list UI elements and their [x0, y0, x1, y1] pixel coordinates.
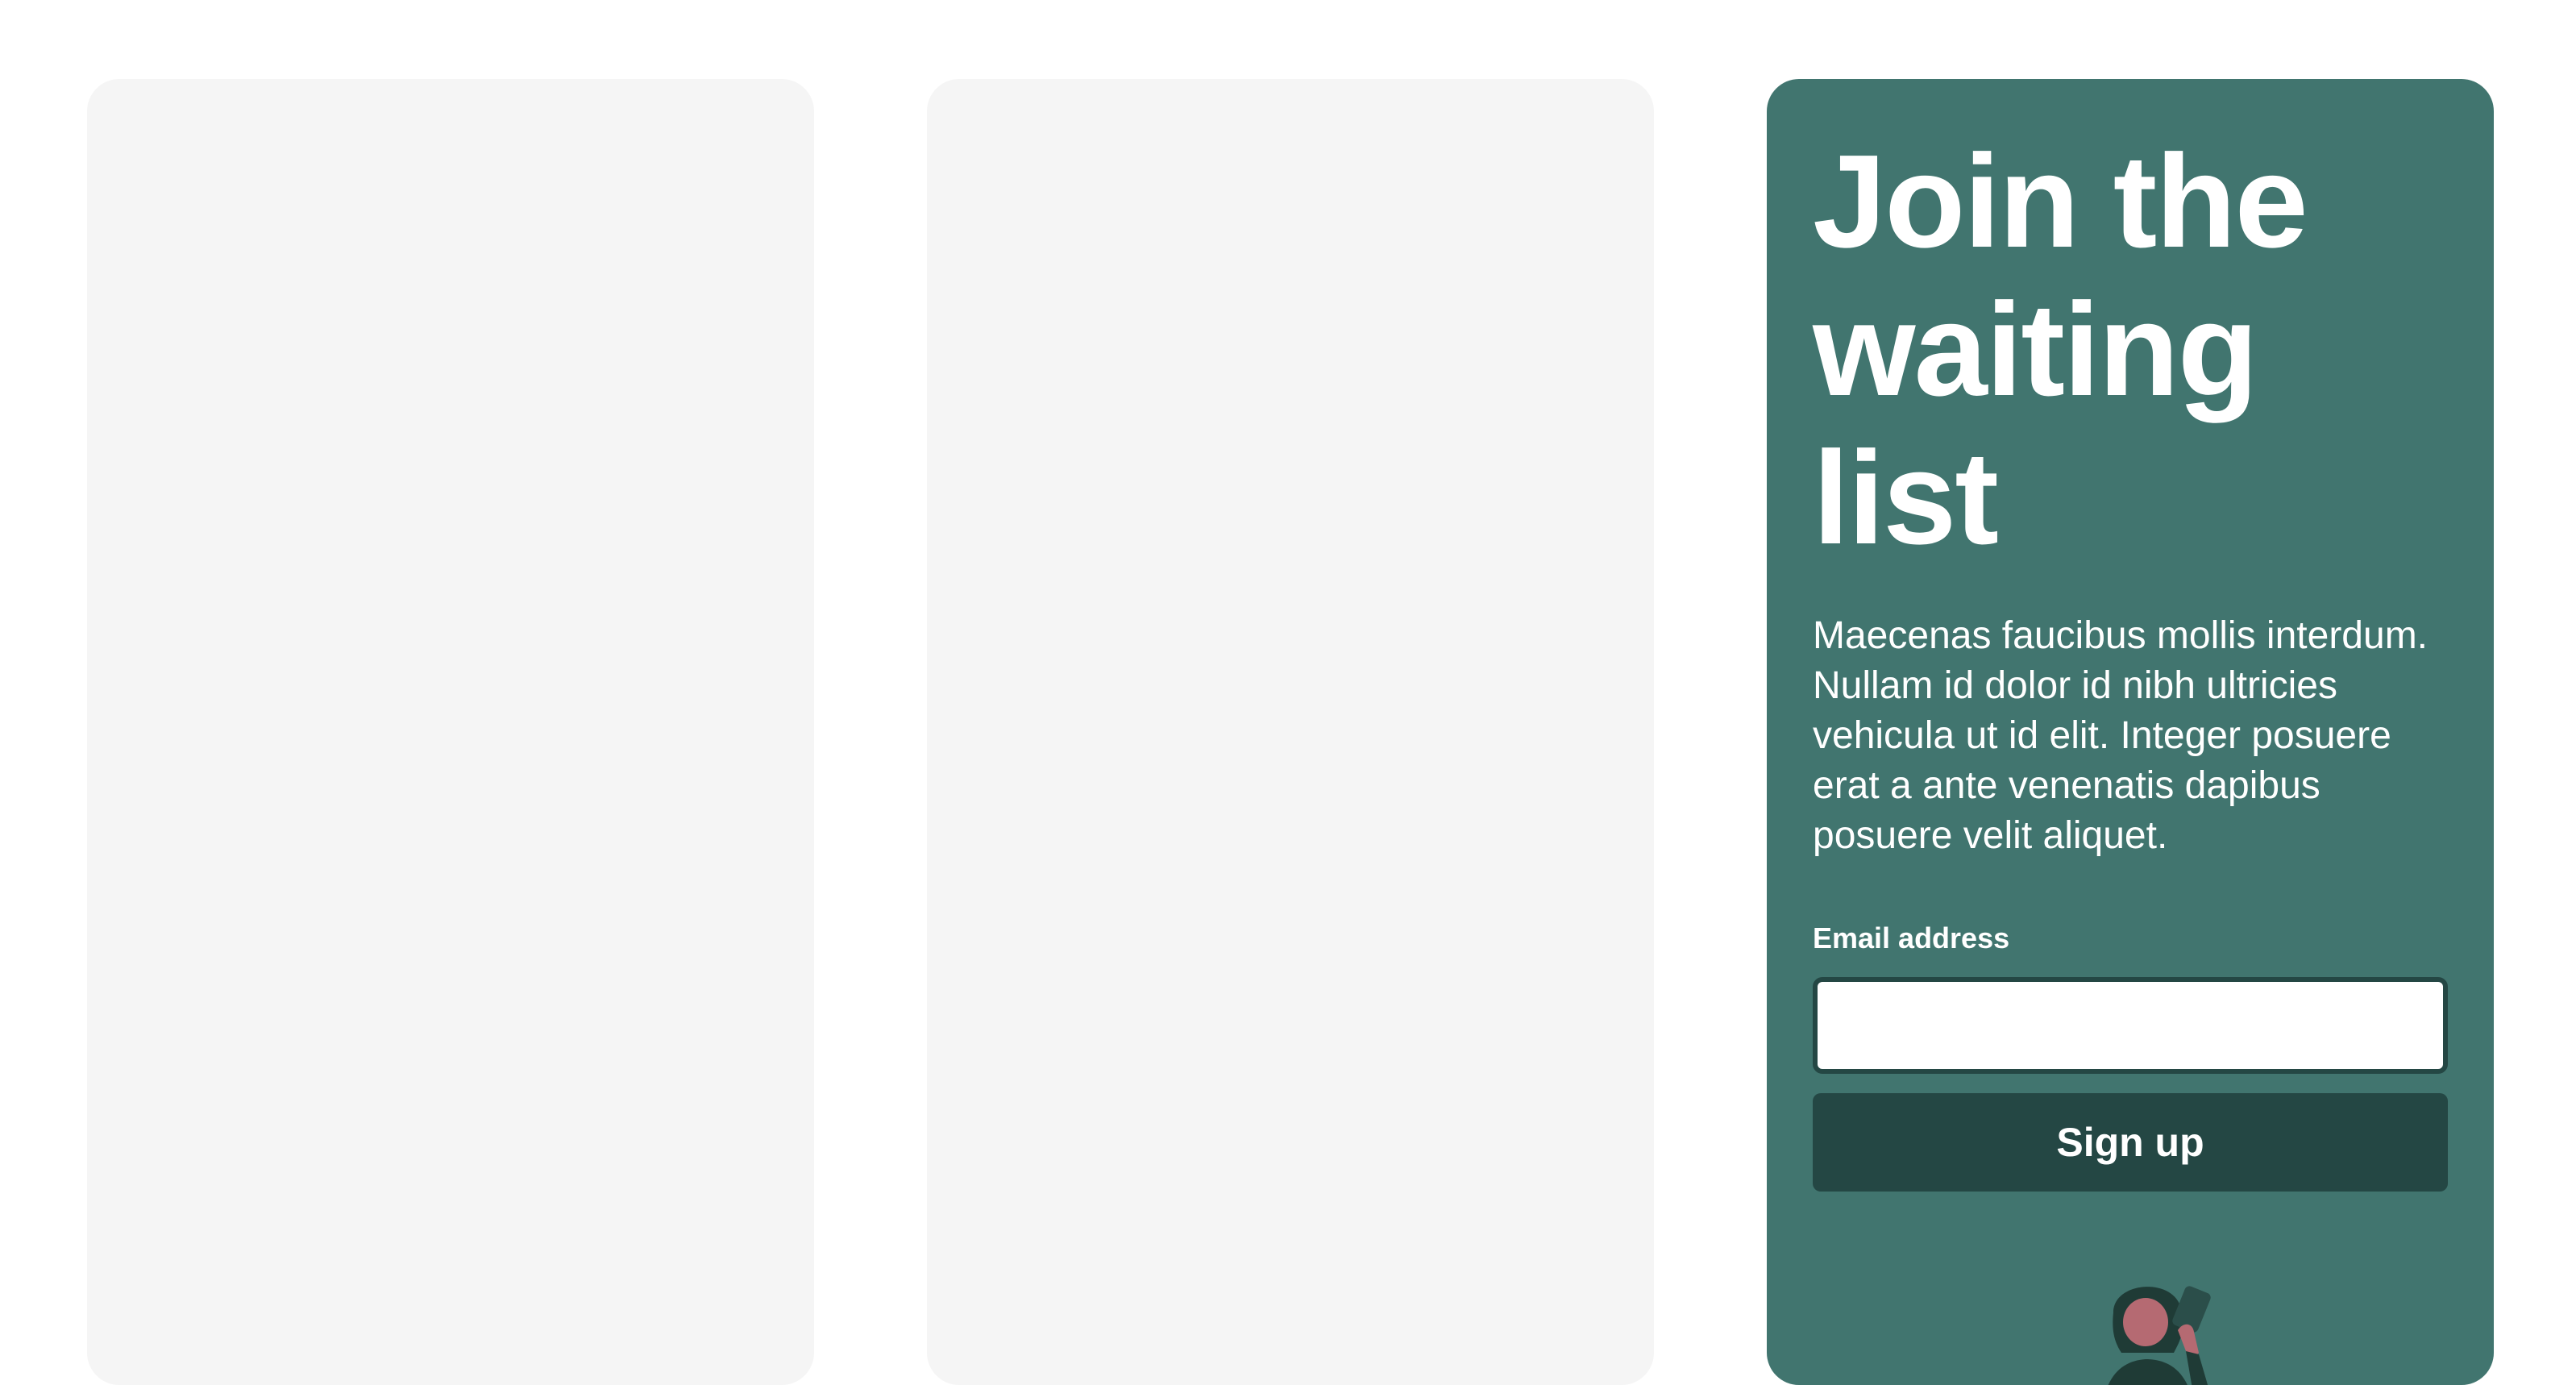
placeholder-card-2 [927, 79, 1654, 1385]
signup-card-content: Join the waiting list Maecenas faucibus … [1813, 127, 2448, 1192]
page-title: Join the waiting list [1813, 127, 2308, 572]
sign-up-button[interactable]: Sign up [1813, 1093, 2448, 1192]
placeholder-card-1 [87, 79, 814, 1385]
signup-description: Maecenas faucibus mollis interdum. Nulla… [1813, 614, 2429, 857]
email-label: Email address [1813, 921, 2010, 955]
signup-card: Join the waiting list Maecenas faucibus … [1767, 79, 2494, 1385]
email-field[interactable] [1813, 977, 2448, 1074]
person-with-phone-illustration-icon [2108, 1286, 2211, 1385]
